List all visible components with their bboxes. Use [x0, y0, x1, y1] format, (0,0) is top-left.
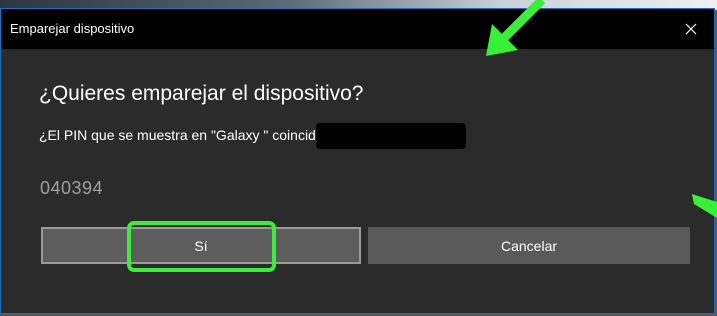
pair-device-dialog: Emparejar dispositivo ¿Quieres emparejar… — [0, 8, 715, 314]
yes-button[interactable]: Sí — [41, 227, 361, 264]
dialog-heading: ¿Quieres emparejar el dispositivo? — [39, 82, 364, 105]
yes-button-label: Sí — [194, 237, 208, 254]
pin-code: 040394 — [40, 178, 104, 198]
close-icon — [685, 23, 697, 35]
close-button[interactable] — [668, 9, 714, 49]
redaction-box — [316, 123, 466, 149]
cancel-button-label: Cancelar — [500, 237, 558, 254]
window-title: Emparejar dispositivo — [10, 21, 135, 36]
titlebar: Emparejar dispositivo — [1, 9, 714, 49]
cancel-button[interactable]: Cancelar — [368, 227, 690, 264]
